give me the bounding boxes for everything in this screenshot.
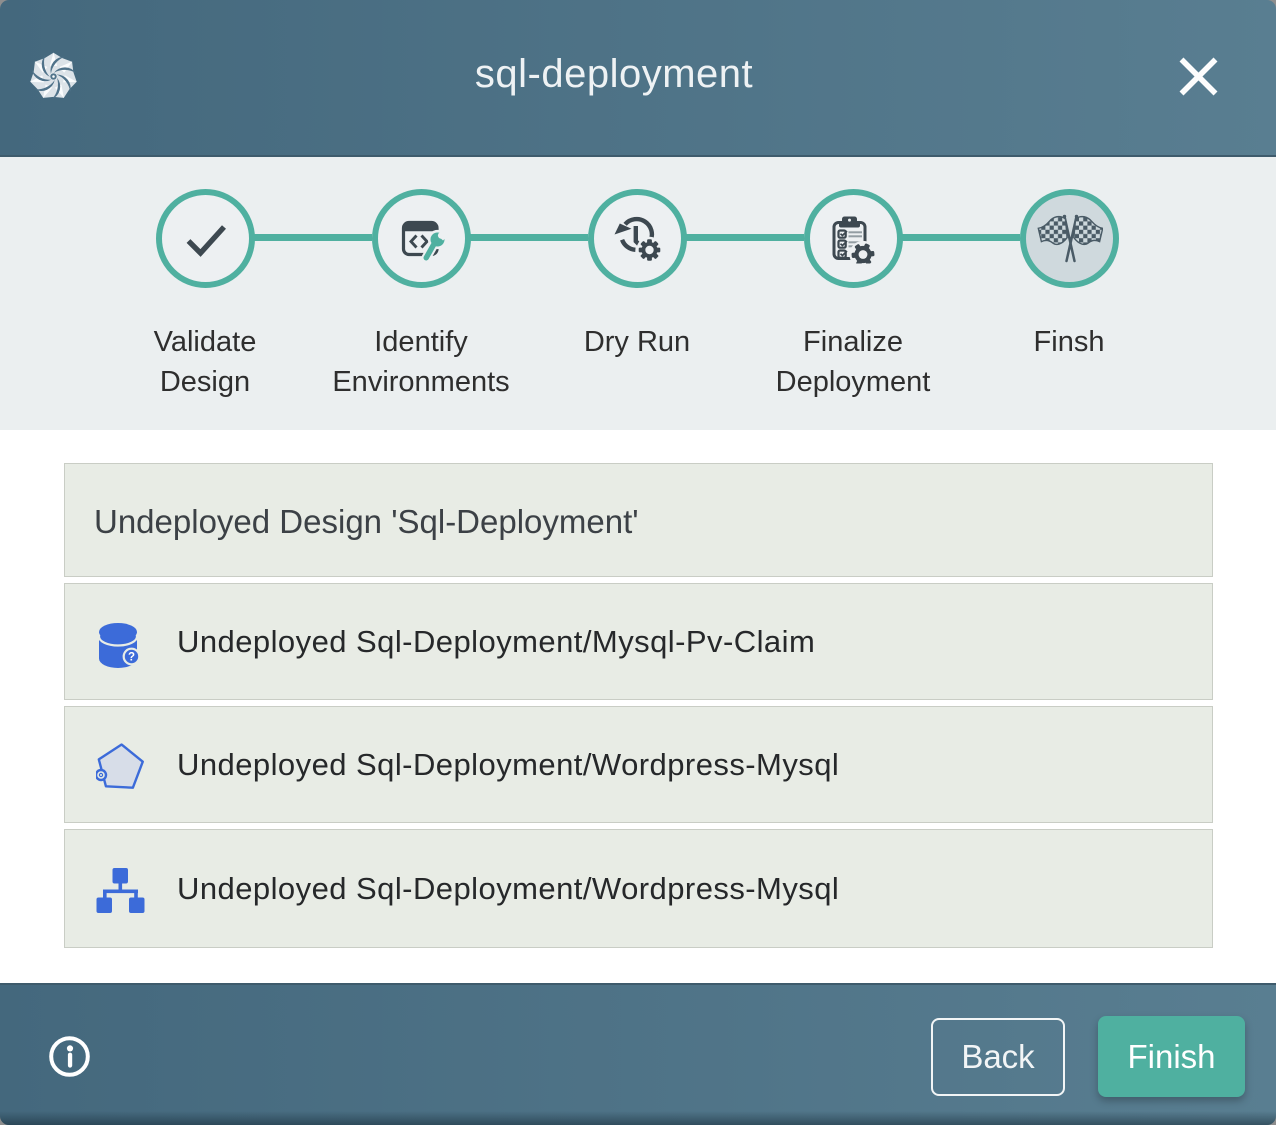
svg-text:?: ? xyxy=(128,651,135,663)
